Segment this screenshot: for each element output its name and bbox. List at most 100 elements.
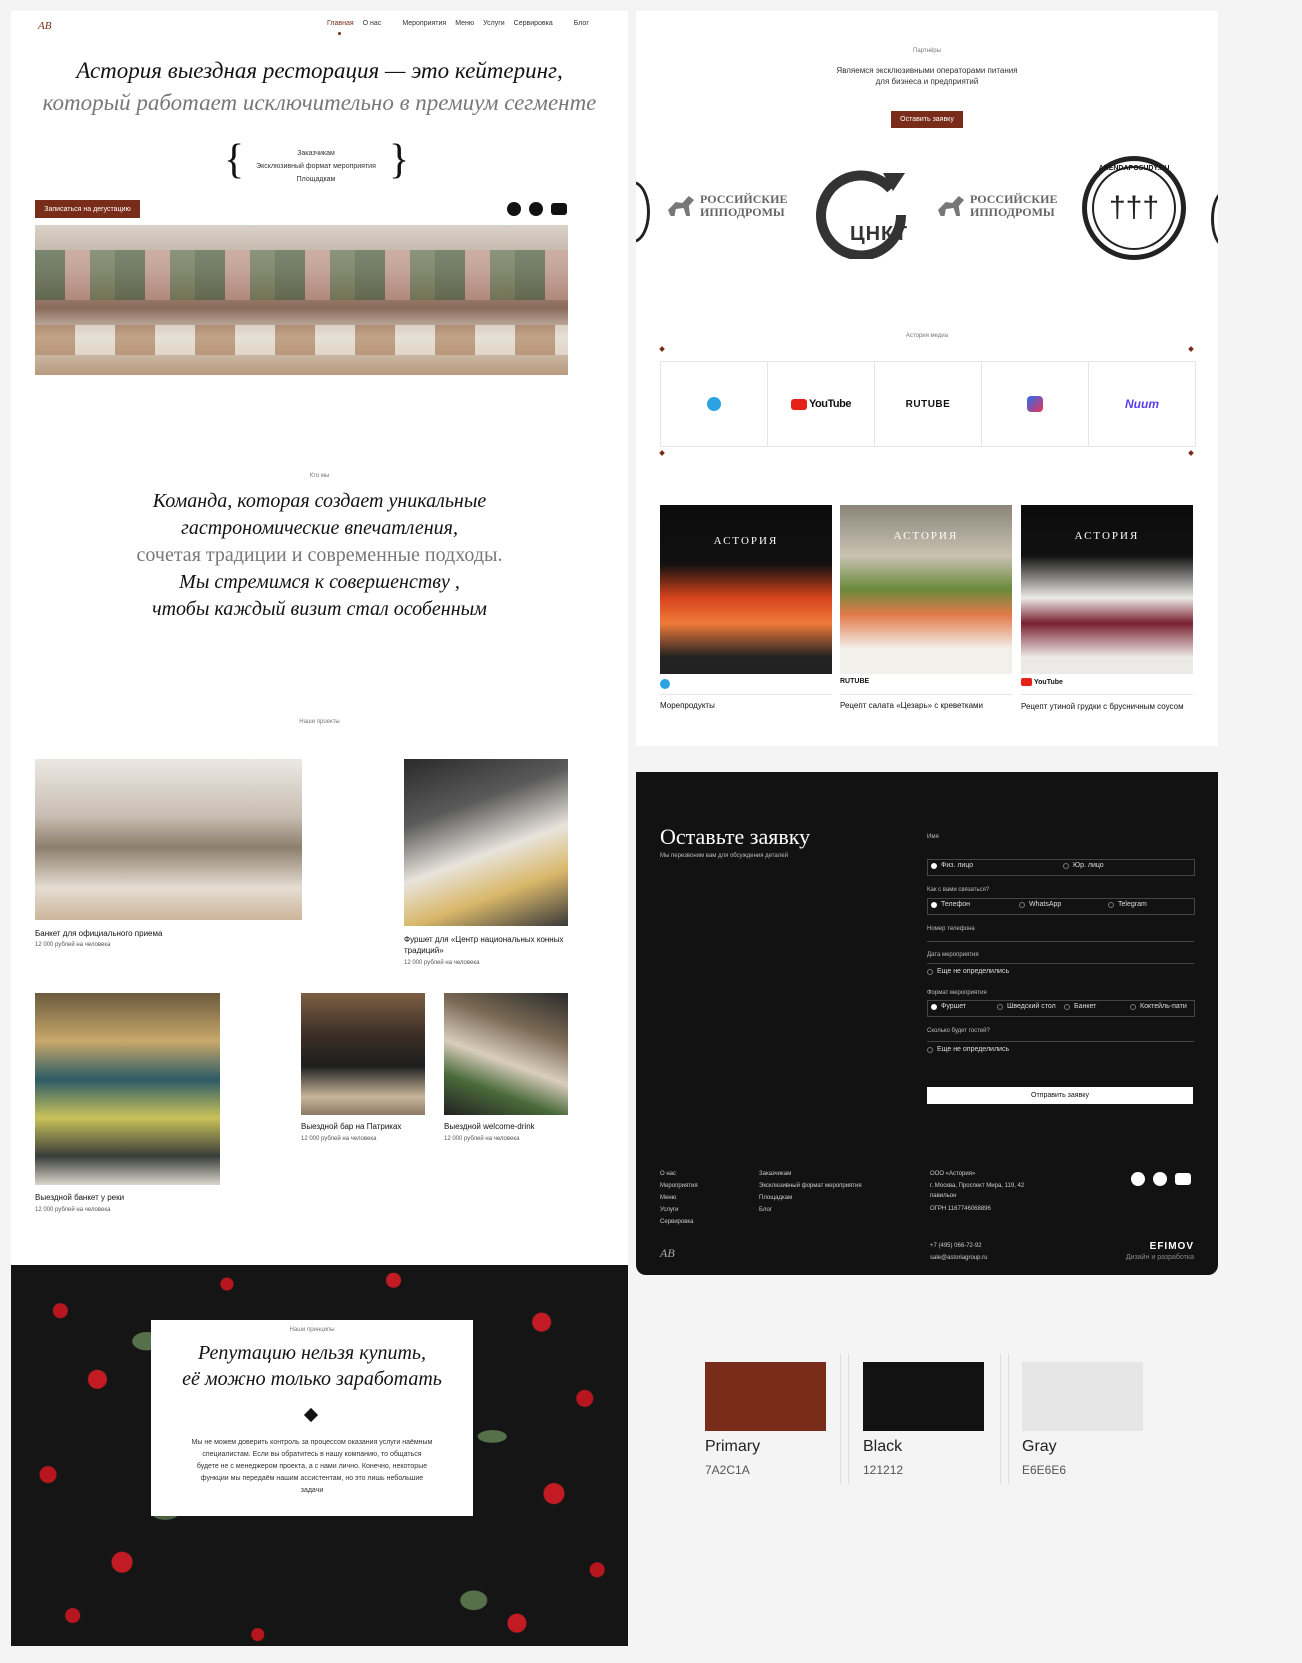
project-title-2[interactable]: Фуршет для «Центр национальных конных тр…: [404, 934, 568, 956]
footer-link-clients[interactable]: Заказчикам: [759, 1168, 862, 1180]
post-divider-1: [660, 694, 832, 695]
footer-phone[interactable]: +7 (495) 066-72-92: [930, 1240, 987, 1252]
footer-col-1: О нас Мероприятия Меню Услуги Сервировка: [660, 1168, 698, 1228]
whatsapp-icon[interactable]: [529, 202, 543, 216]
whatsapp-icon[interactable]: [1153, 1172, 1167, 1186]
post-title-2[interactable]: Рецепт салата «Цезарь» с креветками: [840, 701, 983, 710]
nav-item-services[interactable]: Услуги: [483, 20, 505, 27]
footer-contacts: +7 (495) 066-72-92 sale@astoriagroup.ru: [930, 1240, 987, 1264]
swatch-black-name: Black: [863, 1438, 903, 1455]
radio-telegram[interactable]: Telegram: [1108, 901, 1147, 908]
checkbox-guests-undecided[interactable]: Еще не определились: [927, 1046, 1009, 1053]
nav-item-events[interactable]: Мероприятия: [402, 20, 446, 27]
radio-dot-icon: [997, 1003, 1003, 1010]
project-title-4[interactable]: Выездной бар на Патриках: [301, 1122, 401, 1131]
brace-item-format[interactable]: Эксклюзивный формат мероприятия: [241, 160, 391, 173]
media-nuum[interactable]: Nuum: [1088, 361, 1196, 447]
post-title-1[interactable]: Морепродукты: [660, 701, 715, 710]
horse-icon: [938, 196, 964, 216]
media-diamond-tr: [1188, 346, 1194, 352]
media-vk-video[interactable]: [981, 361, 1089, 447]
footer-link-services[interactable]: Услуги: [660, 1204, 698, 1216]
footer-company: ООО «Астория» г. Москва, Проспект Мира, …: [930, 1168, 1060, 1215]
tasting-button[interactable]: Записаться на дегустацию: [35, 200, 140, 218]
post-platform-3-text: YouTube: [1034, 678, 1063, 686]
media-post-photo-3[interactable]: АСТОРИЯ: [1021, 505, 1193, 674]
post-title-3[interactable]: Рецепт утиной грудки с брусничным соусом: [1021, 701, 1191, 712]
telegram-icon[interactable]: [1131, 1172, 1145, 1186]
media-post-photo-2[interactable]: АСТОРИЯ: [840, 505, 1012, 674]
radio-banquet-label: Банкет: [1074, 1003, 1097, 1010]
media-label: Астория медиа: [905, 333, 949, 339]
guests-input[interactable]: [927, 1041, 1194, 1042]
nav-item-home[interactable]: Главная: [327, 20, 354, 27]
radio-swedish-table[interactable]: Шведский стол: [997, 1003, 1056, 1010]
media-rutube[interactable]: RUTUBE: [874, 361, 982, 447]
youtube-icon[interactable]: [1175, 1173, 1191, 1185]
cnkt-text: ЦНКТ: [850, 223, 908, 245]
radio-banquet[interactable]: Банкет: [1064, 1003, 1096, 1010]
radio-legal[interactable]: Юр. лицо: [1063, 862, 1104, 869]
brace-item-venues[interactable]: Площадкам: [241, 173, 391, 186]
checkbox-icon: [927, 968, 933, 975]
hero-line-2: который работает исключительно в премиум…: [42, 90, 597, 115]
logo[interactable]: AB: [38, 20, 51, 32]
footer-email[interactable]: sale@astoriagroup.ru: [930, 1252, 987, 1264]
swatch-gray-hex: E6E6E6: [1022, 1463, 1067, 1477]
project-price-4: 12 000 рублей на человека: [301, 1136, 377, 1142]
vk-video-icon: [1027, 396, 1043, 412]
nav-item-serving[interactable]: Сервировка: [514, 20, 553, 27]
footer-col-2: Заказчикам Эксклюзивный формат мероприят…: [759, 1168, 862, 1216]
nav-item-about[interactable]: О нас: [363, 20, 382, 27]
phone-input[interactable]: [927, 941, 1194, 942]
footer-link-events[interactable]: Мероприятия: [660, 1180, 698, 1192]
footer-link-about[interactable]: О нас: [660, 1168, 698, 1180]
brace-right: }: [389, 137, 410, 183]
footer-link-serving[interactable]: Сервировка: [660, 1216, 698, 1228]
radio-buffet[interactable]: Фуршет: [931, 1003, 966, 1010]
footer-link-format[interactable]: Эксклюзивный формат мероприятия: [759, 1180, 862, 1192]
brace-item-clients[interactable]: Заказчикам: [241, 147, 391, 160]
checkbox-date-undecided[interactable]: Еще не определились: [927, 968, 1009, 975]
footer-logo[interactable]: AB: [660, 1246, 675, 1261]
footer-link-venues[interactable]: Площадкам: [759, 1192, 862, 1204]
radio-phone[interactable]: Телефон: [931, 901, 970, 908]
media-youtube[interactable]: YouTube: [767, 361, 875, 447]
partner-logo-hippodromes-2: РОССИЙСКИЕ ИППОДРОМЫ: [938, 193, 1057, 219]
media-telegram[interactable]: [660, 361, 768, 447]
footer-link-blog[interactable]: Блог: [759, 1204, 862, 1216]
nav-item-blog[interactable]: Блог: [574, 20, 589, 27]
horse-icon: [668, 196, 694, 216]
principles-text: Мы не можем доверить контроль за процесс…: [191, 1439, 433, 1494]
project-photo-1[interactable]: [35, 759, 302, 920]
radio-swedish-label: Шведский стол: [1007, 1003, 1056, 1010]
swatch-black-hex: 121212: [863, 1463, 904, 1477]
submit-button[interactable]: Отправить заявку: [927, 1087, 1193, 1104]
radio-whatsapp[interactable]: WhatsApp: [1019, 901, 1061, 908]
radio-individual[interactable]: Физ. лицо: [931, 862, 973, 869]
partner-logo-cnkt: ЦНКТ: [813, 163, 909, 261]
hero-banquet-photo: [35, 225, 568, 375]
footer-link-menu[interactable]: Меню: [660, 1192, 698, 1204]
project-price-3: 12 000 рублей на человека: [35, 1207, 111, 1213]
project-photo-5[interactable]: [444, 993, 568, 1115]
nav-item-menu[interactable]: Меню: [455, 20, 474, 27]
radio-cocktail[interactable]: Коктейль-пати: [1130, 1003, 1187, 1010]
project-photo-3[interactable]: [35, 993, 220, 1185]
youtube-icon[interactable]: [551, 203, 567, 215]
telegram-icon[interactable]: [507, 202, 521, 216]
project-price-5: 12 000 рублей на человека: [444, 1136, 520, 1142]
media-post-photo-1[interactable]: АСТОРИЯ: [660, 505, 832, 674]
radio-telegram-label: Telegram: [1118, 901, 1147, 908]
developer-name[interactable]: EFIMOV: [1150, 1241, 1194, 1252]
radio-dot-icon: [1064, 1003, 1070, 1010]
project-photo-4[interactable]: [301, 993, 425, 1115]
nuum-text: Nuum: [1125, 397, 1159, 411]
project-title-3[interactable]: Выездной банкет у реки: [35, 1193, 124, 1202]
request-button[interactable]: Оставить заявку: [891, 111, 963, 128]
cutlery-icon: †††: [1108, 191, 1160, 224]
date-input[interactable]: [927, 963, 1194, 964]
project-photo-2[interactable]: [404, 759, 568, 926]
project-title-5[interactable]: Выездной welcome-drink: [444, 1122, 535, 1131]
project-title-1[interactable]: Банкет для официального приема: [35, 929, 162, 938]
